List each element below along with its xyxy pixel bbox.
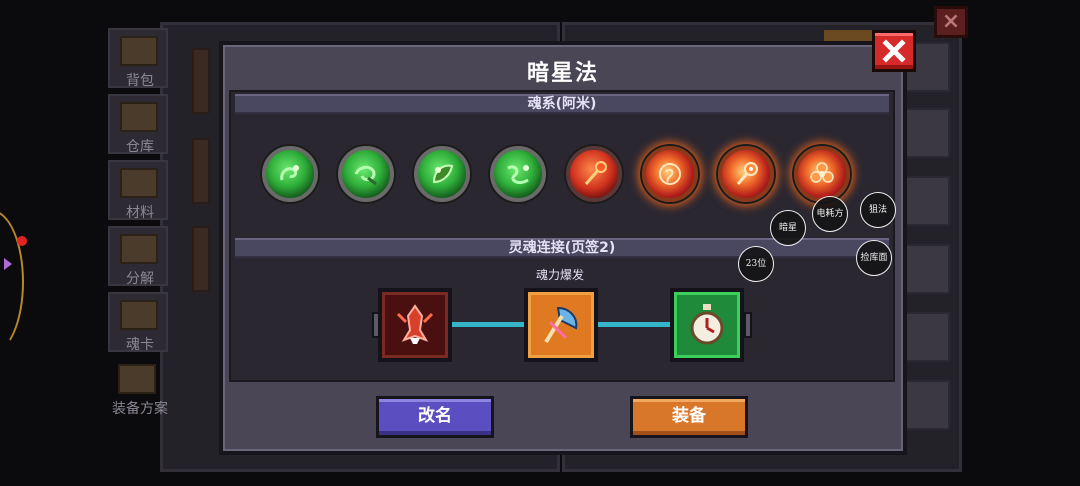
background-card (192, 226, 210, 292)
annotation-bubble: 23位 (738, 246, 774, 282)
soul-orb-2[interactable] (338, 146, 394, 202)
close-button[interactable] (872, 30, 916, 72)
sidebar-item-storage[interactable]: 仓库 (108, 94, 168, 155)
background-card (192, 48, 210, 114)
soul-card-icon (120, 300, 158, 330)
soul-orb-6[interactable] (642, 146, 698, 202)
sidebar-item-label: 分解 (126, 271, 154, 287)
stopwatch-icon (690, 304, 724, 345)
green-leaf-icon (432, 164, 454, 184)
soul-orb-8[interactable] (794, 146, 850, 202)
annotation-bubble: 电耗方 (812, 196, 848, 232)
background-slot (900, 244, 950, 294)
sidebar-item-soul-card[interactable]: 魂卡 (108, 292, 168, 353)
fire-flower-icon (810, 162, 834, 183)
fire-scepter-icon (736, 162, 758, 185)
soul-orb-1[interactable] (262, 146, 318, 202)
green-swirl-icon (354, 165, 377, 186)
dialog-title: 暗星法 (526, 61, 599, 86)
red-staff-icon (584, 161, 607, 185)
sidebar-item-materials[interactable]: 材料 (108, 160, 168, 221)
green-vine-icon (507, 165, 529, 184)
slot-nub (744, 312, 752, 338)
close-x-icon (882, 39, 906, 63)
materials-icon (120, 168, 158, 198)
side-expand-arrow-icon[interactable] (4, 258, 12, 270)
sidebar-item-label: 魂卡 (126, 337, 154, 353)
blue-axe-icon (544, 306, 578, 344)
link-slot-2[interactable] (524, 288, 598, 362)
notification-dot (17, 236, 27, 246)
background-slot (900, 312, 950, 362)
sidebar-item-label: 装备方案 (112, 401, 168, 417)
link-slot-1[interactable] (378, 288, 452, 362)
background-slot (900, 108, 950, 158)
soul-orb-7[interactable] (718, 146, 774, 202)
annotation-bubble: 暗星 (770, 210, 806, 246)
background-slot (900, 176, 950, 226)
sidebar-item-loadout[interactable]: 装备方案 (108, 358, 168, 418)
background-slot (900, 380, 950, 430)
annotation-bubble: 狙法 (860, 192, 896, 228)
soul-system-header: 魂系(阿米) (235, 94, 889, 114)
edge-decoration (0, 210, 24, 354)
sidebar-item-label: 材料 (126, 205, 154, 221)
background-sidebar: 背包 仓库 材料 分解 魂卡 装备方案 (108, 28, 170, 428)
storage-icon (120, 102, 158, 132)
annotation-bubble: 捡库面 (856, 240, 892, 276)
sidebar-item-bag[interactable]: 背包 (108, 28, 168, 89)
sidebar-item-label: 背包 (126, 73, 154, 89)
link-slot-3[interactable] (670, 288, 744, 362)
soul-orb-4[interactable] (490, 146, 546, 202)
link-connector (452, 322, 524, 327)
fire-rune-icon (659, 163, 681, 185)
sidebar-item-label: 仓库 (126, 139, 154, 155)
sidebar-item-salvage[interactable]: 分解 (108, 226, 168, 287)
soul-orb-5[interactable] (566, 146, 622, 202)
link-connector (598, 322, 670, 327)
soul-orb-3[interactable] (414, 146, 470, 202)
green-serpent-icon (280, 165, 299, 181)
bag-icon (120, 36, 158, 66)
loadout-icon (118, 364, 156, 394)
rename-button[interactable]: 改名 (376, 396, 494, 438)
link-skill-label: 魂力爆发 (535, 268, 584, 282)
salvage-icon (120, 234, 158, 264)
background-card (192, 138, 210, 204)
equip-button[interactable]: 装备 (630, 396, 748, 438)
background-close-icon[interactable]: × (934, 6, 968, 38)
crimson-beast-icon (396, 304, 434, 344)
